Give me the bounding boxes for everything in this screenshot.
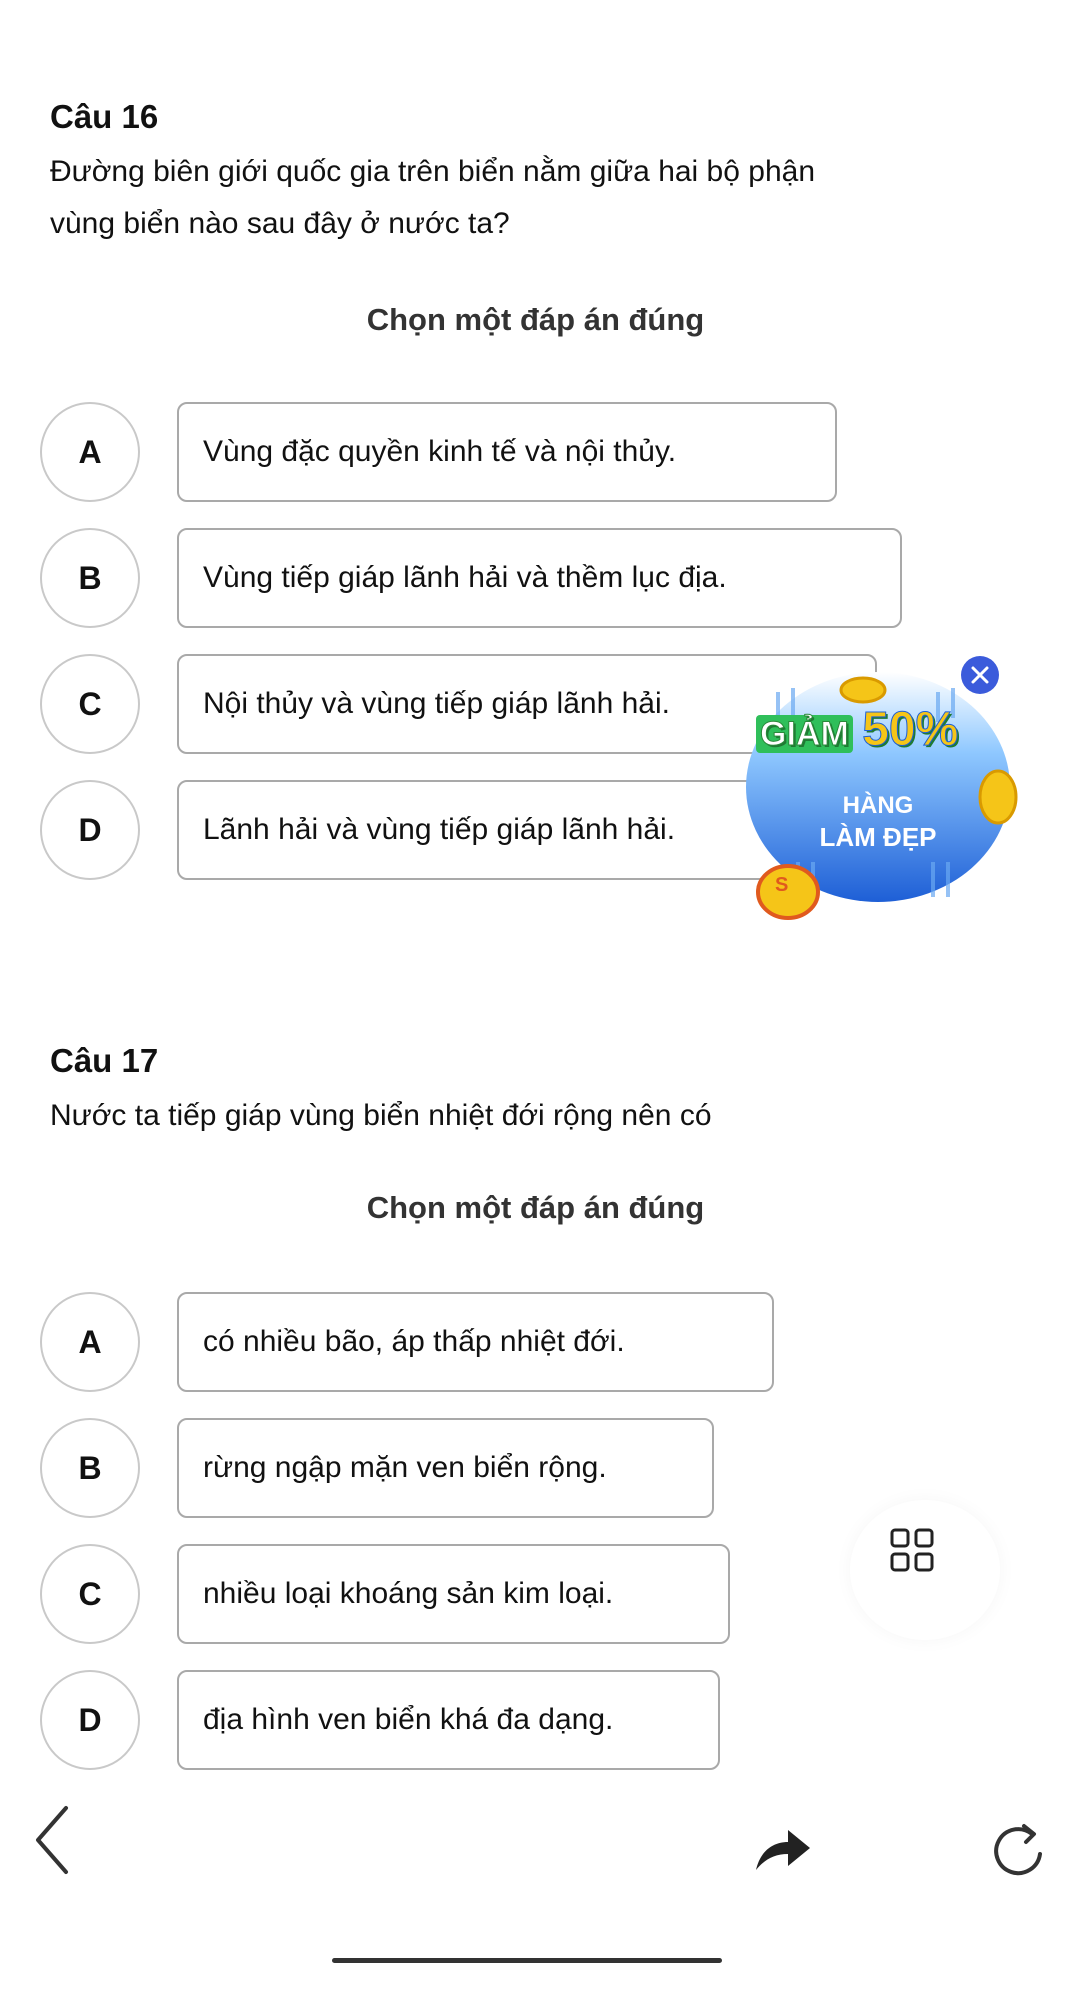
question-16-text: Đường biên giới quốc gia trên biển nằm g…	[50, 146, 1010, 250]
question-16-line-1: Đường biên giới quốc gia trên biển nằm g…	[50, 155, 815, 188]
option-text-box[interactable]: có nhiều bão, áp thấp nhiệt đới.	[177, 1292, 774, 1392]
share-arrow-icon[interactable]	[752, 1824, 812, 1874]
option-letter-circle[interactable]: D	[40, 780, 140, 880]
option-text-box[interactable]: địa hình ven biển khá đa dạng.	[177, 1670, 720, 1770]
option-letter-circle[interactable]: A	[40, 402, 140, 502]
question-17-label: Câu 17	[50, 1042, 159, 1079]
floating-grid-button[interactable]	[850, 1500, 1000, 1640]
question-17-text: Nước ta tiếp giáp vùng biển nhiệt đới rộ…	[50, 1090, 1010, 1142]
option-text-box[interactable]: nhiều loại khoáng sản kim loại.	[177, 1544, 730, 1644]
ad-discount-value: 50%	[862, 703, 959, 757]
chevron-left-icon[interactable]	[28, 1800, 78, 1880]
option-text-box[interactable]: rừng ngập mặn ven biển rộng.	[177, 1418, 714, 1518]
ad-line-1: HÀNG	[842, 792, 914, 819]
question-17-prompt: Chọn một đáp án đúng	[366, 1190, 705, 1225]
question-16-prompt: Chọn một đáp án đúng	[366, 302, 705, 337]
ad-discount-prefix: GIẢM	[756, 715, 853, 754]
option-letter-circle[interactable]: B	[40, 528, 140, 628]
option-letter-circle[interactable]: B	[40, 1418, 140, 1518]
refresh-icon[interactable]	[988, 1820, 1048, 1880]
option-letter-circle[interactable]: C	[40, 1544, 140, 1644]
home-indicator[interactable]	[332, 1958, 722, 1963]
ad-line-2: LÀM ĐẸP	[819, 822, 937, 852]
grid-icon[interactable]	[890, 1528, 934, 1572]
option-text-box[interactable]: Vùng tiếp giáp lãnh hải và thềm lục địa.	[177, 528, 902, 628]
ad-close-icon[interactable]	[961, 656, 999, 694]
ad-discount[interactable]: GIẢM 50%	[756, 702, 959, 757]
ad-banner[interactable]: GIẢM 50% HÀNG LÀM ĐẸP S	[738, 652, 1018, 920]
ad-coin-icon: S	[775, 874, 789, 896]
bottom-navigation-bar	[0, 1780, 1071, 1900]
question-16-line-2: vùng biển nào sau đây ở nước ta?	[50, 207, 510, 240]
option-letter-circle[interactable]: D	[40, 1670, 140, 1770]
option-text-box[interactable]: Vùng đặc quyền kinh tế và nội thủy.	[177, 402, 837, 502]
option-letter-circle[interactable]: C	[40, 654, 140, 754]
question-16-label: Câu 16	[50, 98, 159, 135]
option-letter-circle[interactable]: A	[40, 1292, 140, 1392]
question-17-line-1: Nước ta tiếp giáp vùng biển nhiệt đới rộ…	[50, 1099, 712, 1132]
